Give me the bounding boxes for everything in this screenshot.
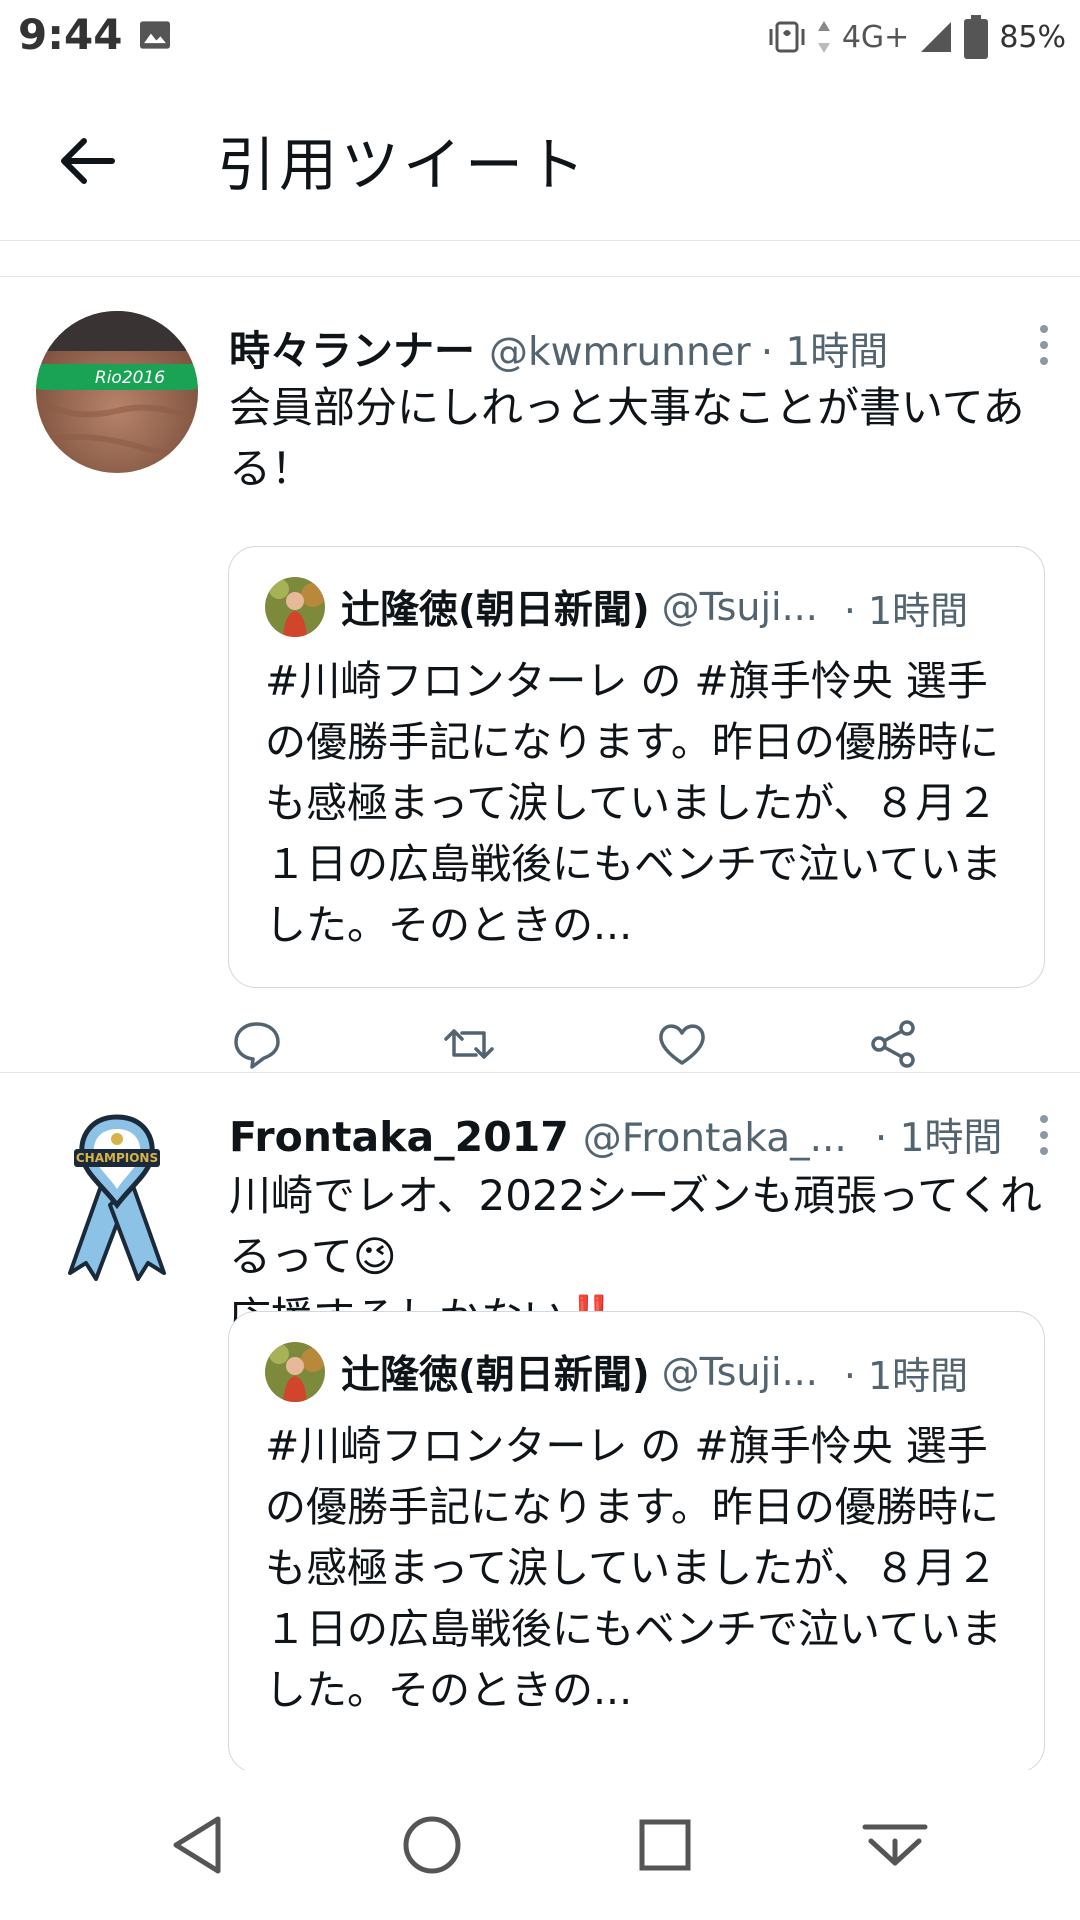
quoted-avatar (265, 577, 325, 637)
quoted-tweet-time: · 1時間 (843, 1353, 969, 1398)
user-handle[interactable]: @kwmrunner (489, 330, 751, 375)
tweet-header: Frontaka_2017 @Frontaka_... · 1時間 (229, 1107, 1050, 1163)
image-icon (140, 21, 170, 49)
arrow-left-icon[interactable] (52, 126, 122, 196)
tweet-text: 会員部分にしれっと大事なことが書いてある！ (229, 383, 1025, 493)
tweet-time[interactable]: · 1時間 (875, 1107, 1003, 1163)
battery-icon (964, 15, 989, 59)
quoted-tweet[interactable]: 辻隆徳(朝日新聞) @Tsuji... · 1時間 #川崎フロンターレ の #旗… (228, 1311, 1045, 1770)
tweet-item[interactable]: Rio2016 時々ランナー @kwmrunner · 1時間 会員部分にしれっ… (0, 277, 1080, 1073)
status-icons: 4G+ 85% (768, 12, 1066, 62)
quoted-tweet-header: 辻隆徳(朝日新聞) @Tsuji... · 1時間 (265, 577, 1020, 637)
retweet-icon[interactable] (442, 1017, 496, 1071)
notification-pull-icon[interactable] (855, 1805, 935, 1885)
more-options-icon[interactable] (1036, 1113, 1052, 1157)
display-name[interactable]: 時々ランナー (229, 317, 475, 377)
like-icon[interactable] (655, 1017, 709, 1071)
quoted-tweet-text: #川崎フロンターレ の #旗手怜央 選手の優勝手記になります。昨日の優勝時にも感… (265, 1422, 1002, 1714)
network-type: 4G+ (841, 19, 910, 55)
back-nav-icon[interactable] (160, 1805, 240, 1885)
tweet-time[interactable]: · 1時間 (761, 321, 889, 377)
home-nav-icon[interactable] (392, 1805, 472, 1885)
status-bar: 9:44 4G+ 85% (0, 0, 1080, 78)
data-arrows-icon (817, 21, 830, 53)
quoted-tweet-text: #川崎フロンターレ の #旗手怜央 選手の優勝手記になります。昨日の優勝時にも感… (265, 657, 1002, 949)
battery-percent: 85% (999, 19, 1066, 55)
more-options-icon[interactable] (1036, 323, 1052, 367)
avatar[interactable]: CHAMPIONS (62, 1113, 172, 1281)
tweet-header: 時々ランナー @kwmrunner · 1時間 (229, 317, 1050, 377)
quote-tweet-list: Rio2016 時々ランナー @kwmrunner · 1時間 会員部分にしれっ… (0, 240, 1080, 1770)
wink-emoji: 😉 (352, 1232, 397, 1281)
system-nav-bar (0, 1775, 1080, 1920)
quoted-user-handle: @Tsuji... (661, 585, 818, 629)
quoted-avatar (265, 1342, 325, 1402)
share-icon[interactable] (867, 1017, 921, 1071)
svg-text:Rio2016: Rio2016 (95, 368, 165, 388)
tweet-text-line: 川崎でレオ、2022シーズンも頑張ってくれるって (229, 1171, 1042, 1281)
reply-icon[interactable] (230, 1017, 284, 1071)
signal-icon (921, 22, 952, 52)
previous-tweet-edge (0, 240, 1080, 277)
tweet-item[interactable]: CHAMPIONS Frontaka_2017 @Frontaka_... · … (0, 1073, 1080, 1770)
avatar[interactable]: Rio2016 (36, 311, 198, 473)
display-name[interactable]: Frontaka_2017 (229, 1113, 569, 1161)
quoted-tweet-header: 辻隆徳(朝日新聞) @Tsuji... · 1時間 (265, 1342, 1020, 1402)
page-title: 引用ツイート (217, 131, 590, 199)
recents-nav-icon[interactable] (625, 1805, 705, 1885)
vibrate-icon (769, 21, 805, 53)
quoted-tweet[interactable]: 辻隆徳(朝日新聞) @Tsuji... · 1時間 #川崎フロンターレ の #旗… (228, 546, 1045, 988)
tweet-actions (230, 1017, 930, 1077)
user-handle[interactable]: @Frontaka_... (583, 1116, 847, 1161)
quoted-user-handle: @Tsuji... (661, 1350, 818, 1394)
svg-text:CHAMPIONS: CHAMPIONS (76, 1151, 158, 1165)
status-time: 9:44 (18, 10, 123, 59)
quoted-display-name: 辻隆徳(朝日新聞) (341, 588, 650, 633)
app-bar: 引用ツイート (0, 78, 1080, 241)
quoted-tweet-time: · 1時間 (843, 588, 969, 633)
quoted-display-name: 辻隆徳(朝日新聞) (341, 1353, 650, 1398)
